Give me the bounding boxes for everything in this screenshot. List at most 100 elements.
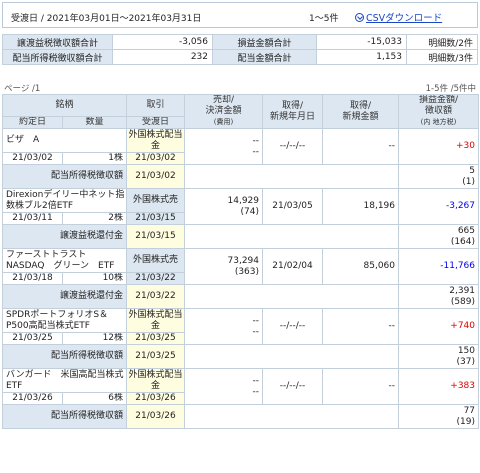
tax-date: 21/03/15 bbox=[126, 224, 186, 249]
tax-row: 配当所得税徴収額 21/03/26 77 (19) bbox=[1, 404, 480, 429]
empty-cell bbox=[184, 404, 400, 429]
page-range: 1-5件 /5件中 bbox=[425, 84, 476, 94]
col-qty: 数量 bbox=[61, 116, 128, 129]
tax-local: (164) bbox=[450, 236, 476, 247]
tax-local: (1) bbox=[462, 176, 476, 187]
col-acq-amount-line2: 新規金額 bbox=[342, 111, 379, 122]
summary-label: 配当所得税徴収額合計 bbox=[2, 49, 113, 65]
tax-amount: 150 bbox=[457, 345, 476, 356]
sell-fee: -- bbox=[252, 386, 260, 397]
trade-type: 外国株式配当金 bbox=[126, 128, 186, 153]
acquisition-amount: -- bbox=[322, 308, 400, 345]
tax-label: 配当所得税徴収額 bbox=[1, 344, 128, 369]
tax-date: 21/03/02 bbox=[126, 164, 186, 189]
summary-label: 損益金額合計 bbox=[212, 34, 317, 50]
col-pl-line3: (内 地方税) bbox=[420, 118, 457, 126]
sell-amount: -- bbox=[252, 375, 260, 386]
profit-loss: -11,766 bbox=[398, 248, 480, 285]
col-stock: 銘柄 bbox=[1, 94, 128, 117]
stock-name[interactable]: ビザ A bbox=[1, 128, 128, 153]
profit-loss: +383 bbox=[398, 368, 480, 405]
profit-loss: +30 bbox=[398, 128, 480, 165]
col-sell: 売却/ 決済金額 (費用) bbox=[184, 94, 264, 129]
tax-label: 配当所得税徴収額 bbox=[1, 404, 128, 429]
table-row: ビザ A 外国株式配当金 -- -- --/--/-- -- +30 bbox=[1, 128, 480, 165]
col-contract-date: 約定日 bbox=[2, 116, 63, 129]
col-acq-amount: 取得/ 新規金額 bbox=[322, 94, 400, 129]
summary-value: 232 bbox=[112, 49, 213, 65]
col-settle-date: 受渡日 bbox=[126, 116, 186, 129]
stock-name[interactable]: バンガード 米国高配当株式ETF bbox=[1, 368, 128, 393]
summary-detail-count: 明細数/2件 bbox=[406, 34, 478, 50]
tax-label: 譲渡益税還付金 bbox=[1, 224, 128, 249]
profit-loss: +740 bbox=[398, 308, 480, 345]
trade-type: 外国株式配当金 bbox=[126, 308, 186, 333]
sell-cell: 14,929 (74) bbox=[184, 188, 264, 225]
acquisition-amount: -- bbox=[322, 368, 400, 405]
tax-cell: 2,391 (589) bbox=[398, 284, 480, 309]
csv-download-label[interactable]: CSVダウンロード bbox=[366, 10, 442, 24]
acquisition-date: 21/03/05 bbox=[262, 188, 324, 225]
contract-date: 21/03/25 bbox=[2, 332, 63, 345]
summary-table: 譲渡益税徴収額合計 -3,056 損益金額合計 -15,033 明細数/2件 配… bbox=[2, 34, 478, 65]
empty-cell bbox=[184, 164, 400, 189]
quantity: 10株 bbox=[61, 272, 128, 285]
acquisition-date: --/--/-- bbox=[262, 128, 324, 165]
settle-date: 21/03/26 bbox=[126, 392, 186, 405]
col-acq-amount-line1: 取得/ bbox=[349, 100, 372, 111]
summary-detail-count: 明細数/3件 bbox=[406, 49, 478, 65]
tax-row: 配当所得税徴収額 21/03/25 150 (37) bbox=[1, 344, 480, 369]
settle-date: 21/03/22 bbox=[126, 272, 186, 285]
stock-name[interactable]: SPDRポートフォリオS＆P500高配当株式ETF bbox=[1, 308, 128, 333]
acquisition-date: --/--/-- bbox=[262, 308, 324, 345]
tax-amount: 2,391 bbox=[449, 285, 476, 296]
period-text: 受渡日 / 2021年03月01日〜2021年03月31日 bbox=[11, 14, 202, 24]
acquisition-date: --/--/-- bbox=[262, 368, 324, 405]
tax-amount: 77 bbox=[463, 405, 476, 416]
tax-date: 21/03/22 bbox=[126, 284, 186, 309]
summary-label: 配当金額合計 bbox=[212, 49, 317, 65]
sell-cell: -- -- bbox=[184, 368, 264, 405]
quantity: 6株 bbox=[61, 392, 128, 405]
contract-date: 21/03/11 bbox=[2, 212, 63, 225]
empty-cell bbox=[184, 224, 400, 249]
sell-amount: -- bbox=[252, 315, 260, 326]
trade-type: 外国株式配当金 bbox=[126, 368, 186, 393]
result-count: 1〜5件 bbox=[309, 14, 339, 24]
settle-date: 21/03/02 bbox=[126, 152, 186, 165]
sell-amount: -- bbox=[252, 135, 260, 146]
sell-amount: 14,929 bbox=[227, 195, 260, 206]
summary-value: -15,033 bbox=[316, 34, 407, 50]
stock-name[interactable]: ファーストトラスト NASDAQ グリーン ETF bbox=[1, 248, 128, 273]
transactions-table: 銘柄 取引 売却/ 決済金額 (費用) 取得/ 新規年月日 取得/ 新規金額 損… bbox=[1, 94, 480, 429]
col-trade: 取引 bbox=[126, 94, 186, 117]
col-sell-line2: 決済金額 bbox=[205, 106, 242, 116]
tax-local: (37) bbox=[456, 356, 476, 367]
sell-cell: -- -- bbox=[184, 308, 264, 345]
col-pl-line2: 徴収額 bbox=[425, 106, 453, 116]
tax-row: 譲渡益税還付金 21/03/15 665 (164) bbox=[1, 224, 480, 249]
header-row: 銘柄 取引 売却/ 決済金額 (費用) 取得/ 新規年月日 取得/ 新規金額 損… bbox=[1, 94, 480, 129]
sell-fee: (363) bbox=[234, 266, 260, 277]
acquisition-date: 21/02/04 bbox=[262, 248, 324, 285]
summary-value: 1,153 bbox=[316, 49, 407, 65]
trade-type: 外国株式売 bbox=[126, 248, 186, 273]
table-row: ファーストトラスト NASDAQ グリーン ETF 外国株式売 73,294 (363… bbox=[1, 248, 480, 285]
settle-date: 21/03/25 bbox=[126, 332, 186, 345]
stock-name[interactable]: Direxionデイリー中ネット指数株ブル2倍ETF bbox=[1, 188, 128, 213]
sell-fee: (74) bbox=[240, 206, 260, 217]
sell-cell: 73,294 (363) bbox=[184, 248, 264, 285]
sell-cell: -- -- bbox=[184, 128, 264, 165]
sell-fee: -- bbox=[252, 326, 260, 337]
tax-label: 配当所得税徴収額 bbox=[1, 164, 128, 189]
csv-download-link[interactable]: CSVダウンロード bbox=[355, 10, 442, 24]
tax-cell: 150 (37) bbox=[398, 344, 480, 369]
acquisition-amount: -- bbox=[322, 128, 400, 165]
col-sell-line1: 売却/ bbox=[212, 95, 235, 106]
col-pl-line1: 損益金額/ bbox=[418, 95, 459, 106]
tax-local: (589) bbox=[450, 296, 476, 307]
period-bar: 受渡日 / 2021年03月01日〜2021年03月31日 1〜5件 CSVダウ… bbox=[2, 2, 478, 28]
table-row: バンガード 米国高配当株式ETF 外国株式配当金 -- -- --/--/-- -- +38… bbox=[1, 368, 480, 405]
pagination-bar: ページ /1 1-5件 /5件中 bbox=[4, 82, 476, 94]
sell-amount: 73,294 bbox=[227, 255, 260, 266]
